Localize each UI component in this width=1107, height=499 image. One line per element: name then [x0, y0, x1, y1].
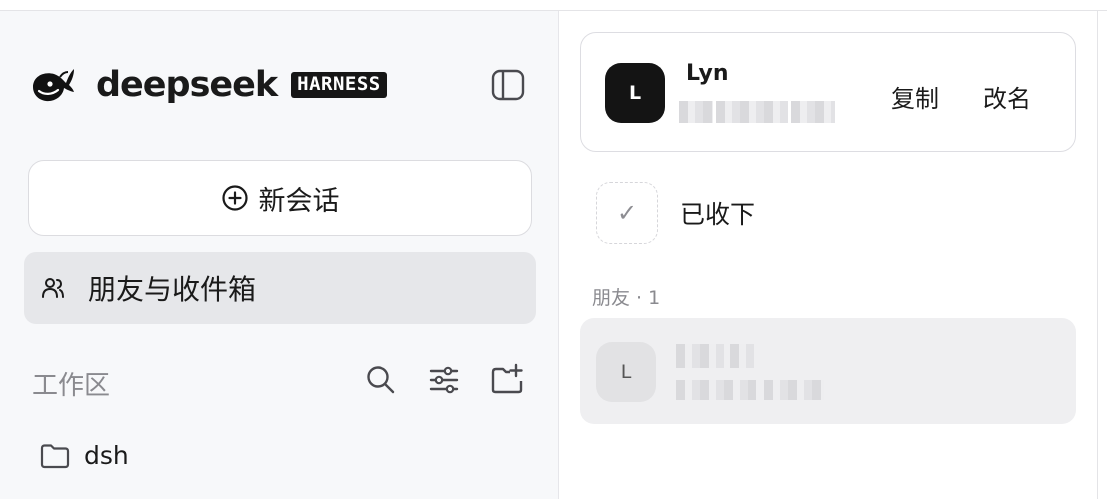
friend-list-item[interactable]: L	[580, 318, 1076, 424]
plus-circle-icon	[221, 185, 248, 211]
avatar: L	[605, 63, 665, 123]
whale-logo-icon	[33, 69, 74, 102]
new-folder-icon[interactable]	[490, 363, 524, 397]
panel-right-edge	[1097, 11, 1098, 499]
brand-wordmark: deepseek	[96, 64, 278, 105]
friends-section-heading: 朋友 · 1	[592, 287, 661, 309]
window-top-edge	[0, 0, 1107, 11]
folder-icon	[40, 443, 70, 468]
profile-id-redacted	[679, 101, 835, 123]
users-icon	[42, 278, 64, 298]
received-item[interactable]: ✓ 已收下	[596, 182, 755, 244]
sidebar-item-friends-inbox[interactable]: 朋友与收件箱	[24, 252, 536, 324]
new-chat-label: 新会话	[258, 185, 340, 217]
filter-sliders-icon[interactable]	[427, 363, 461, 397]
folder-name: dsh	[84, 441, 129, 470]
brand-logo: deepseek HARNESS	[30, 65, 387, 105]
new-chat-button[interactable]: 新会话	[28, 160, 532, 236]
friend-name-redacted	[676, 344, 754, 368]
search-icon[interactable]	[364, 363, 398, 397]
copy-button[interactable]: 复制	[891, 79, 939, 114]
workspace-folder-item[interactable]: dsh	[40, 441, 129, 470]
profile-name: Lyn	[686, 61, 729, 86]
received-label: 已收下	[680, 200, 756, 229]
rename-button[interactable]: 改名	[983, 79, 1031, 114]
friend-id-redacted	[676, 380, 824, 400]
friends-panel: L Lyn 复制 改名 ✓ 已收下 朋友 · 1 L	[560, 11, 1097, 499]
workspace-heading: 工作区	[32, 371, 111, 401]
sidebar-toggle-icon[interactable]	[491, 68, 525, 102]
sidebar-item-label: 朋友与收件箱	[88, 273, 257, 306]
check-icon: ✓	[596, 182, 658, 244]
brand-harness-badge: HARNESS	[291, 72, 387, 98]
sidebar: deepseek HARNESS 新会话 朋友与收件箱 工作区 dsh	[0, 11, 559, 499]
avatar: L	[596, 342, 656, 402]
my-profile-card: L Lyn 复制 改名	[580, 32, 1076, 152]
